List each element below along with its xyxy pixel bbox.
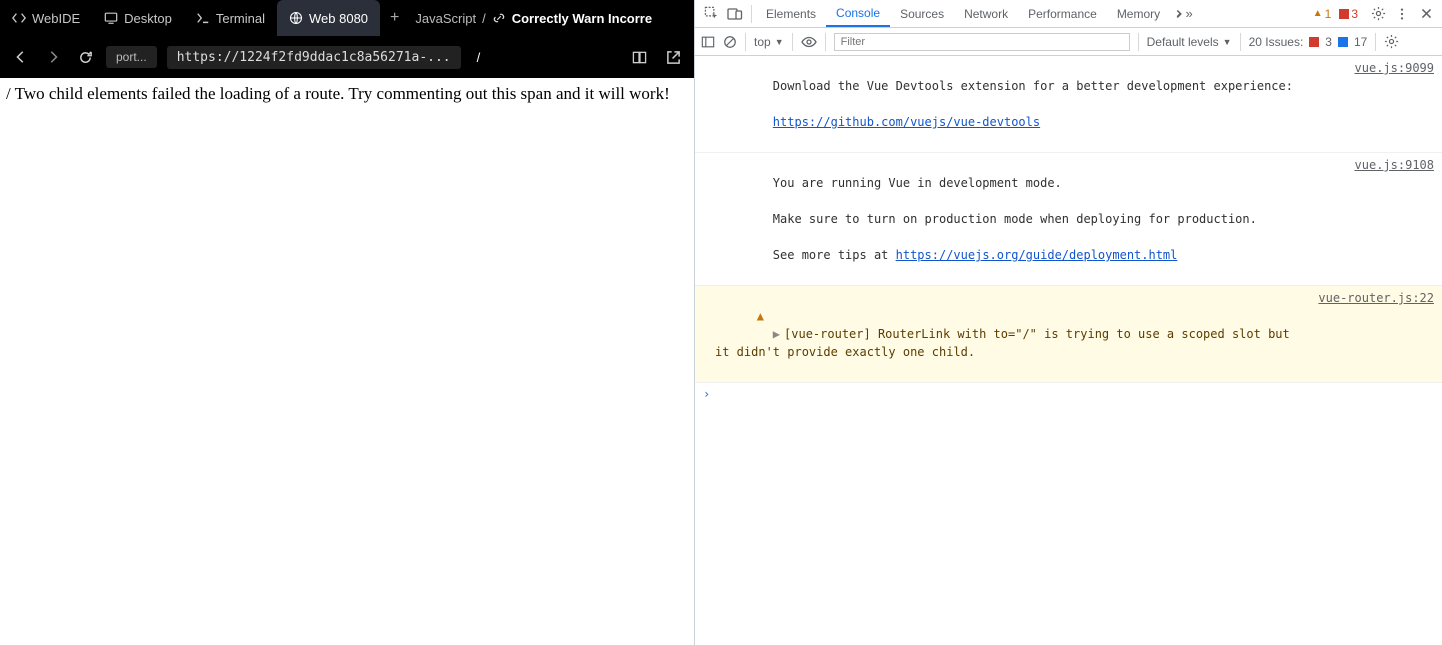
tab-webide[interactable]: WebIDE [0, 0, 92, 36]
devtools-close-button[interactable] [1414, 2, 1438, 26]
console-prompt[interactable]: › [695, 383, 1442, 405]
nav-back-button[interactable] [10, 46, 32, 68]
tab-web-8080[interactable]: Web 8080 [277, 0, 380, 36]
console-log-area: Download the Vue Devtools extension for … [695, 56, 1442, 645]
breadcrumb-sep: / [482, 11, 486, 26]
terminal-icon [196, 11, 210, 25]
issues-info-icon [1338, 37, 1348, 47]
tab-label: Web 8080 [309, 11, 368, 26]
separator [1375, 33, 1376, 51]
tab-label: Desktop [124, 11, 172, 26]
separator [792, 33, 793, 51]
log-link[interactable]: https://vuejs.org/guide/deployment.html [896, 248, 1178, 262]
url-path: / [471, 50, 618, 65]
warning-icon: ▲ [757, 307, 764, 325]
clear-console-button[interactable] [723, 35, 737, 49]
tab-network[interactable]: Network [954, 0, 1018, 27]
url-display[interactable]: https://1224f2fd9ddac1c8a56271a-... [167, 46, 461, 69]
breadcrumb-lang: JavaScript [415, 11, 476, 26]
device-toolbar-button[interactable] [723, 2, 747, 26]
log-link[interactable]: https://github.com/vuejs/vue-devtools [773, 115, 1040, 129]
console-log-row: Download the Vue Devtools extension for … [695, 56, 1442, 153]
issues-label: 20 Issues: [1249, 35, 1304, 49]
live-expression-button[interactable] [801, 34, 817, 50]
tab-sources[interactable]: Sources [890, 0, 954, 27]
tab-label: Terminal [216, 11, 265, 26]
app-left-pane: WebIDE Desktop Terminal Web 8080 + JavaS… [0, 0, 694, 645]
console-filter-input[interactable] [834, 33, 1130, 51]
error-count: 3 [1351, 7, 1358, 21]
globe-icon [289, 11, 303, 25]
warning-icon: ▲ [1313, 8, 1323, 19]
error-count-badge[interactable]: 3 [1339, 7, 1358, 21]
tab-memory[interactable]: Memory [1107, 0, 1170, 27]
separator [745, 33, 746, 51]
issues-error-icon [1309, 37, 1319, 47]
workspace-tab-bar: WebIDE Desktop Terminal Web 8080 + JavaS… [0, 0, 694, 36]
log-source-link[interactable]: vue.js:9108 [1343, 156, 1434, 282]
warning-count-badge[interactable]: ▲ 1 [1313, 7, 1332, 21]
desktop-icon [104, 11, 118, 25]
devtools-menu-button[interactable] [1390, 2, 1414, 26]
link-icon [492, 11, 506, 25]
separator [751, 5, 752, 23]
open-external-button[interactable] [662, 46, 684, 68]
execution-context-selector[interactable]: top ▼ [754, 35, 784, 49]
tab-desktop[interactable]: Desktop [92, 0, 184, 36]
error-flag-icon [1339, 9, 1349, 19]
breadcrumb-title: Correctly Warn Incorre [512, 11, 652, 26]
port-selector[interactable]: port... [106, 46, 157, 68]
console-log-row: You are running Vue in development mode.… [695, 153, 1442, 286]
log-source-link[interactable]: vue-router.js:22 [1306, 289, 1434, 379]
rendered-page: / Two child elements failed the loading … [0, 78, 694, 645]
prompt-chevron-icon: › [703, 387, 710, 401]
tab-label: WebIDE [32, 11, 80, 26]
chevron-down-icon: ▼ [1223, 37, 1232, 47]
tab-terminal[interactable]: Terminal [184, 0, 277, 36]
tab-elements[interactable]: Elements [756, 0, 826, 27]
log-message: Download the Vue Devtools extension for … [715, 59, 1343, 149]
nav-reload-button[interactable] [74, 46, 96, 68]
code-icon [12, 11, 26, 25]
separator [1240, 33, 1241, 51]
split-view-button[interactable] [628, 46, 650, 68]
log-message: ▲ ▶[vue-router] RouterLink with to="/" i… [715, 289, 1306, 379]
context-label: top [754, 35, 771, 49]
levels-label: Default levels [1147, 35, 1219, 49]
console-toolbar: top ▼ Default levels ▼ 20 Issues: 3 17 [695, 28, 1442, 56]
log-message: You are running Vue in development mode.… [715, 156, 1343, 282]
log-level-selector[interactable]: Default levels ▼ [1147, 35, 1232, 49]
warning-count: 1 [1325, 7, 1332, 21]
chevron-down-icon: ▼ [775, 37, 784, 47]
separator [825, 33, 826, 51]
issues-info-count: 17 [1354, 35, 1367, 49]
nav-forward-button[interactable] [42, 46, 64, 68]
tab-performance[interactable]: Performance [1018, 0, 1107, 27]
log-source-link[interactable]: vue.js:9099 [1343, 59, 1434, 149]
issues-indicator[interactable]: 20 Issues: 3 17 [1249, 35, 1368, 49]
devtools-tab-bar: Elements Console Sources Network Perform… [695, 0, 1442, 28]
console-warning-row: ▲ ▶[vue-router] RouterLink with to="/" i… [695, 286, 1442, 383]
breadcrumb: JavaScript / Correctly Warn Incorre [409, 11, 652, 26]
issues-error-count: 3 [1325, 35, 1332, 49]
inspect-element-button[interactable] [699, 2, 723, 26]
tab-console[interactable]: Console [826, 0, 890, 27]
expand-icon[interactable]: ▶ [773, 327, 780, 341]
devtools-pane: Elements Console Sources Network Perform… [694, 0, 1442, 645]
console-settings-button[interactable] [1384, 34, 1399, 49]
new-tab-button[interactable]: + [380, 9, 409, 27]
separator [1138, 33, 1139, 51]
toggle-sidebar-button[interactable] [701, 35, 715, 49]
browser-url-bar: port... https://1224f2fd9ddac1c8a56271a-… [0, 36, 694, 78]
devtools-settings-button[interactable] [1366, 2, 1390, 26]
page-text: / Two child elements failed the loading … [6, 84, 670, 103]
more-tabs-button[interactable]: » [1170, 2, 1194, 26]
